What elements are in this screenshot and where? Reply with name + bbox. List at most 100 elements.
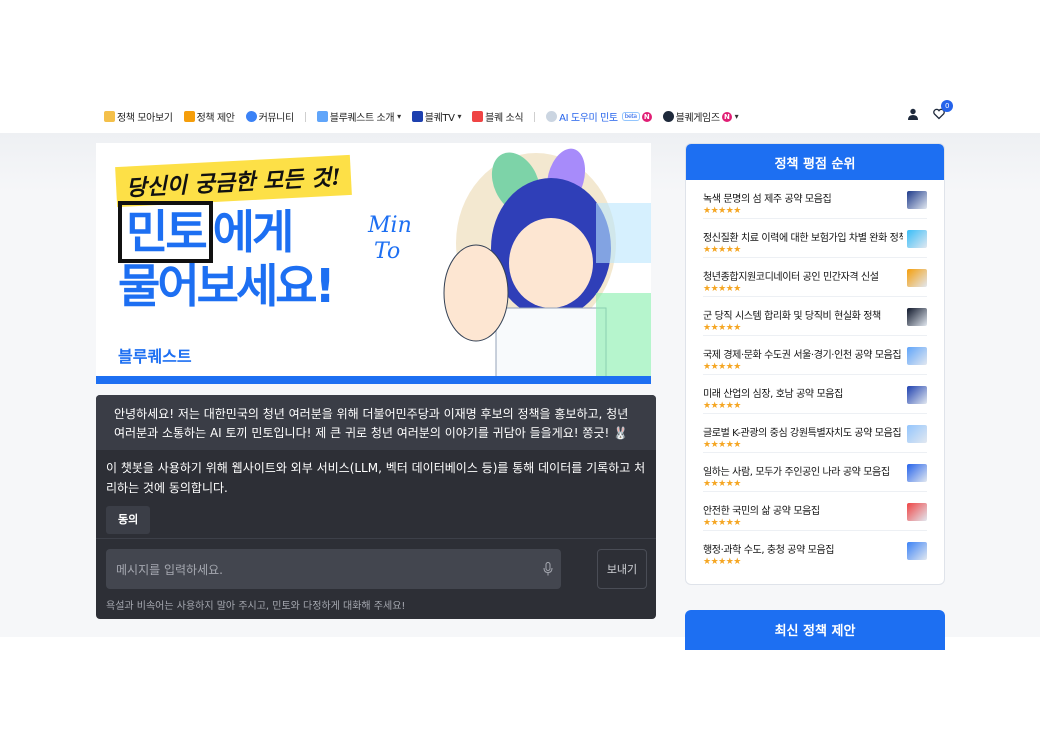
rank-item-title: 군 당직 시스템 합리화 및 당직비 현실화 정책: [703, 311, 881, 322]
tv-icon: [411, 111, 423, 122]
star-rating: ★★★★★: [703, 518, 741, 528]
main-nav: 정책 모아보기 정책 제안 커뮤니티 블루퀘스트 소개 ▾ 블퀘TV ▾ 블퀘 …: [0, 100, 1040, 133]
rank-item-title: 정신질환 치료 이력에 대한 보험가입 차별 완화 정책: [703, 233, 903, 244]
policy-thumbnail: [907, 269, 927, 287]
message-input[interactable]: 메시지를 입력하세요.: [106, 549, 561, 589]
star-rating: ★★★★★: [703, 440, 741, 450]
top-blank-area: [0, 0, 1040, 100]
policy-thumbnail: [907, 347, 927, 365]
beta-badge: beta: [621, 112, 640, 121]
nav-divider: [534, 111, 536, 122]
rank-item-title: 일하는 사람, 모두가 주인공인 나라 공약 모음집: [703, 467, 890, 478]
rank-item-title: 미래 산업의 심장, 호남 공약 모음집: [703, 389, 843, 400]
rank-item[interactable]: 군 당직 시스템 합리화 및 당직비 현실화 정책 ★★★★★: [703, 297, 927, 336]
nav-item-news[interactable]: 블퀘 소식: [472, 109, 524, 124]
nav-label: 블루퀘스트 소개: [329, 113, 395, 124]
chat-divider: [96, 538, 656, 539]
latest-proposals-header: 최신 정책 제안: [685, 610, 945, 650]
folder-icon: [104, 111, 115, 122]
policy-thumbnail: [907, 191, 927, 209]
star-rating: ★★★★★: [703, 557, 741, 567]
chat-usage-note: 욕설과 비속어는 사용하지 말아 주시고, 민토와 다정하게 대화해 주세요!: [106, 601, 406, 612]
wishlist-button[interactable]: 0: [933, 100, 953, 123]
sidebar-title: 정책 평점 순위: [686, 144, 944, 180]
star-rating: ★★★★★: [703, 206, 741, 216]
star-rating: ★★★★★: [703, 401, 741, 411]
policy-thumbnail: [907, 542, 927, 560]
policy-thumbnail: [907, 464, 927, 482]
mint-banner[interactable]: 당신이 궁금한 모든 것! 민토 에게 물어보세요! Min To 블루퀘스트: [96, 143, 651, 384]
bluequest-logo: 블루퀘스트: [118, 347, 192, 366]
rank-item-title: 안전한 국민의 삶 공약 모음집: [703, 506, 820, 517]
policy-thumbnail: [907, 230, 927, 248]
chevron-down-icon: ▾: [397, 112, 401, 121]
rank-item[interactable]: 일하는 사람, 모두가 주인공인 나라 공약 모음집 ★★★★★: [703, 453, 927, 492]
star-rating: ★★★★★: [703, 245, 741, 255]
rank-item-title: 국제 경제·문화 수도권 서울·경기·인천 공약 모음집: [703, 350, 902, 361]
agree-button[interactable]: 동의: [106, 506, 151, 534]
microphone-icon[interactable]: [543, 562, 553, 579]
policy-thumbnail: [907, 503, 927, 521]
nav-label: 블퀘 소식: [485, 113, 524, 124]
message-input-placeholder: 메시지를 입력하세요.: [116, 562, 223, 577]
rabbit-icon: [546, 111, 558, 122]
nav-item-mint[interactable]: AI 도우미 민토 beta N: [546, 109, 652, 124]
rank-item[interactable]: 글로벌 K-관광의 중심 강원특별자치도 공약 모음집 ★★★★★: [703, 414, 927, 453]
nav-right-actions: 0: [907, 100, 953, 123]
policy-thumbnail: [907, 425, 927, 443]
rank-item-title: 청년종합지원코디네이터 공인 민간자격 신설: [703, 272, 879, 283]
mint-line1: Min: [368, 213, 412, 238]
rank-list: 녹색 문명의 섬 제주 공약 모음집 ★★★★★ 정신질환 치료 이력에 대한 보험…: [686, 180, 944, 570]
pencil-icon: [183, 111, 195, 122]
game-icon: [662, 111, 674, 122]
nav-label: 블퀘TV: [424, 113, 455, 124]
policy-thumbnail: [907, 308, 927, 326]
square-icon: [316, 111, 328, 122]
headline-line2: 물어보세요!: [118, 259, 336, 313]
headline-box: 민토: [118, 201, 213, 263]
rank-item[interactable]: 정신질환 치료 이력에 대한 보험가입 차별 완화 정책 ★★★★★: [703, 219, 927, 258]
rank-item[interactable]: 안전한 국민의 삶 공약 모음집 ★★★★★: [703, 492, 927, 531]
rank-item[interactable]: 행정·과학 수도, 충청 공약 모음집 ★★★★★: [703, 531, 927, 570]
wishlist-count-badge: 0: [941, 100, 953, 112]
main-content: 당신이 궁금한 모든 것! 민토 에게 물어보세요! Min To 블루퀘스트 안…: [0, 133, 1040, 650]
star-rating: ★★★★★: [703, 284, 741, 294]
nav-item-policy-proposal[interactable]: 정책 제안: [183, 109, 235, 124]
rank-item[interactable]: 청년종합지원코디네이터 공인 민간자격 신설 ★★★★★: [703, 258, 927, 297]
new-badge: N: [641, 111, 652, 122]
banner-headline: 민토 에게 물어보세요!: [118, 201, 336, 313]
star-rating: ★★★★★: [703, 479, 741, 489]
rank-item-title: 녹색 문명의 섬 제주 공약 모음집: [703, 194, 832, 205]
rank-item[interactable]: 녹색 문명의 섬 제주 공약 모음집 ★★★★★: [703, 180, 927, 219]
star-rating: ★★★★★: [703, 323, 741, 333]
nav-item-about[interactable]: 블루퀘스트 소개 ▾: [316, 109, 401, 124]
rank-item-title: 행정·과학 수도, 충청 공약 모음집: [703, 545, 835, 556]
rank-item[interactable]: 미래 산업의 심장, 호남 공약 모음집 ★★★★★: [703, 375, 927, 414]
nav-label: AI 도우미 민토: [559, 113, 618, 124]
consent-text: 이 챗봇을 사용하기 위해 웹사이트와 외부 서비스(LLM, 벡터 데이터베이…: [106, 461, 646, 495]
nav-divider: [304, 111, 306, 122]
nav-label: 정책 모아보기: [117, 113, 173, 124]
mint-line2: To: [374, 239, 401, 264]
new-badge: N: [721, 111, 732, 122]
nav-item-community[interactable]: 커뮤니티: [245, 109, 295, 124]
nav-item-policy-collection[interactable]: 정책 모아보기: [104, 109, 173, 124]
nav-item-tv[interactable]: 블퀘TV ▾: [411, 109, 462, 124]
rank-item-title: 글로벌 K-관광의 중심 강원특별자치도 공약 모음집: [703, 428, 902, 439]
rank-item[interactable]: 국제 경제·문화 수도권 서울·경기·인천 공약 모음집 ★★★★★: [703, 336, 927, 375]
send-button[interactable]: 보내기: [597, 549, 647, 589]
nav-label: 정책 제안: [196, 113, 235, 124]
people-icon: [245, 111, 257, 122]
banner-mint-text: Min To: [368, 213, 412, 265]
nav-item-games[interactable]: 블퀘게임즈 N ▾: [662, 109, 739, 124]
nav-label: 블퀘게임즈: [675, 113, 720, 124]
bot-greeting-message: 안녕하세요! 저는 대한민국의 청년 여러분을 위해 더불어민주당과 이재명 후…: [96, 395, 656, 450]
headline-rest: 에게: [212, 205, 295, 259]
user-icon[interactable]: [907, 108, 919, 123]
policy-rating-sidebar: 정책 평점 순위 녹색 문명의 섬 제주 공약 모음집 ★★★★★ 정신질환 치료 …: [685, 143, 945, 585]
consent-section: 이 챗봇을 사용하기 위해 웹사이트와 외부 서비스(LLM, 벡터 데이터베이…: [96, 450, 656, 534]
chevron-down-icon: ▾: [734, 112, 739, 121]
chatbot-panel: 안녕하세요! 저는 대한민국의 청년 여러분을 위해 더불어민주당과 이재명 후…: [96, 395, 656, 619]
nav-label: 커뮤니티: [258, 113, 295, 124]
chevron-down-icon: ▾: [457, 112, 462, 121]
